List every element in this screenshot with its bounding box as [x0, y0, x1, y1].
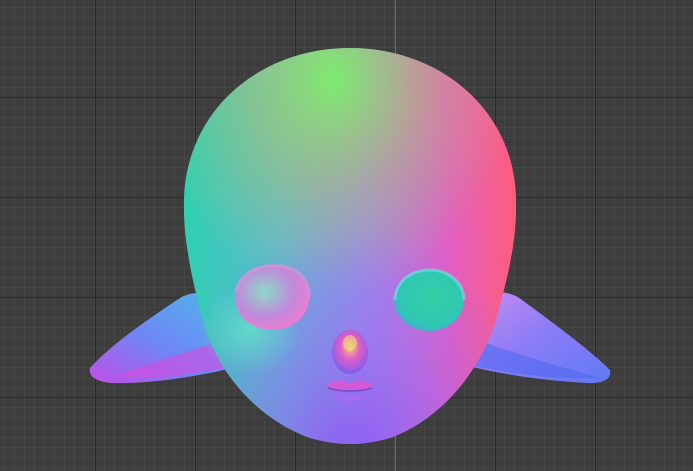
nose-tip: [343, 335, 357, 351]
3d-viewport[interactable]: [0, 0, 693, 471]
head-model[interactable]: [0, 0, 693, 471]
